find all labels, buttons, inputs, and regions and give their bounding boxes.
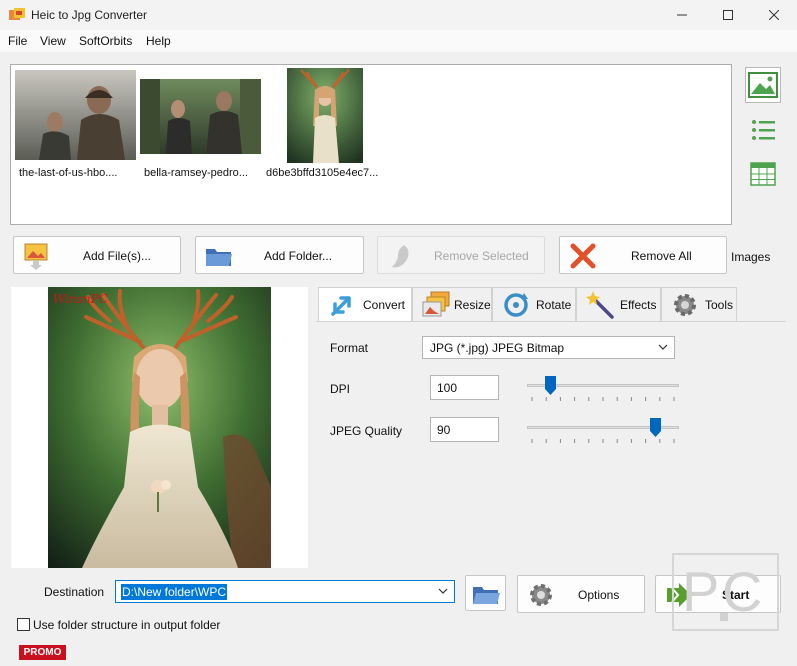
jpeg-quality-value: 90: [437, 423, 451, 437]
images-label: Images: [731, 250, 771, 264]
gear-icon: [530, 584, 552, 606]
add-files-button[interactable]: Add File(s)...: [13, 236, 181, 274]
tab-tools-label: Tools: [705, 298, 734, 312]
list-view-button[interactable]: [745, 112, 781, 148]
format-select[interactable]: JPG (*.jpg) JPEG Bitmap: [422, 336, 675, 359]
resize-icon: [422, 291, 450, 317]
tab-rotate[interactable]: Rotate: [492, 287, 576, 321]
menu-softorbits[interactable]: SoftOrbits: [79, 34, 132, 48]
tab-effects[interactable]: Effects: [576, 287, 661, 321]
preview-watermark: WinsnPC: [53, 292, 108, 306]
menu-view[interactable]: View: [40, 34, 66, 48]
tab-resize-label: Resize: [454, 298, 491, 312]
close-icon: [769, 10, 779, 20]
maximize-button[interactable]: [705, 0, 751, 30]
tab-tools[interactable]: Tools: [661, 287, 737, 321]
open-folder-icon: [473, 587, 500, 604]
promo-badge[interactable]: PROMO: [19, 645, 66, 660]
tab-convert[interactable]: Convert: [318, 287, 412, 322]
folder-structure-checkbox[interactable]: [17, 618, 30, 631]
convert-icon: [331, 296, 351, 316]
menu-bar: File View SoftOrbits Help: [0, 30, 797, 52]
tab-resize[interactable]: Resize: [412, 287, 492, 321]
thumbnail-item[interactable]: [287, 68, 363, 166]
remove-all-button[interactable]: Remove All: [559, 236, 727, 274]
tools-icon: [674, 294, 696, 316]
thumbnail-item[interactable]: [15, 70, 136, 163]
format-label: Format: [330, 341, 369, 355]
format-value: JPG (*.jpg) JPEG Bitmap: [430, 341, 565, 355]
tab-convert-label: Convert: [363, 298, 406, 312]
image-list[interactable]: the-last-of-us-hbo.... bella-ramsey-pedr…: [10, 64, 732, 225]
thumbnail-image: [287, 68, 363, 163]
remove-selected-label: Remove Selected: [434, 249, 529, 263]
thumbnail-image: [140, 79, 261, 154]
slider-ticks: [531, 397, 675, 401]
destination-value: D:\New folder\WPC: [121, 584, 228, 600]
options-label: Options: [578, 588, 620, 602]
folder-icon: [206, 249, 232, 266]
slider-ticks: [531, 439, 675, 443]
remove-all-label: Remove All: [631, 249, 692, 263]
thumbnail-item[interactable]: [140, 79, 261, 157]
title-bar: Heic to Jpg Converter: [0, 0, 797, 30]
maximize-icon: [723, 10, 733, 20]
chevron-down-icon: [658, 344, 668, 350]
remove-selected-icon: [392, 245, 409, 268]
svg-text:C: C: [722, 560, 762, 623]
add-files-label: Add File(s)...: [83, 249, 152, 263]
minimize-icon: [677, 14, 687, 16]
add-folder-label: Add Folder...: [264, 249, 333, 263]
svg-text:P: P: [682, 560, 719, 623]
destination-label: Destination: [44, 585, 105, 599]
preview-image: [48, 287, 271, 568]
folder-structure-label: Use folder structure in output folder: [33, 618, 221, 632]
window-title: Heic to Jpg Converter: [31, 8, 148, 22]
rotate-icon: [504, 293, 528, 317]
options-button[interactable]: Options: [517, 575, 645, 613]
image-view-icon: [748, 72, 778, 98]
add-folder-button[interactable]: Add Folder...: [195, 236, 364, 274]
jpeg-quality-label: JPEG Quality: [330, 424, 403, 438]
remove-selected-button[interactable]: Remove Selected: [377, 236, 545, 274]
effects-icon: [586, 291, 614, 319]
jpeg-quality-slider[interactable]: [527, 418, 679, 445]
grid-view-button[interactable]: [745, 156, 781, 192]
dpi-value: 100: [437, 381, 458, 395]
tab-rotate-label: Rotate: [536, 298, 572, 312]
add-image-icon: [24, 243, 48, 270]
app-icon: [9, 8, 25, 20]
destination-input[interactable]: D:\New folder\WPC: [115, 580, 455, 603]
image-preview: WinsnPC: [11, 287, 308, 568]
list-view-icon: [752, 120, 775, 140]
thumbnail-caption: the-last-of-us-hbo....: [19, 167, 118, 179]
jpeg-quality-input[interactable]: 90: [430, 417, 499, 442]
dpi-label: DPI: [330, 382, 351, 396]
thumbnail-caption: d6be3bffd3105e4ec7...: [266, 167, 379, 179]
pc-watermark-logo: P C: [672, 553, 779, 631]
slider-thumb[interactable]: [649, 418, 661, 437]
browse-folder-button[interactable]: [465, 575, 506, 611]
chevron-down-icon: [438, 588, 448, 594]
slider-thumb[interactable]: [545, 376, 557, 395]
thumbnail-caption: bella-ramsey-pedro...: [144, 167, 248, 179]
minimize-button[interactable]: [659, 0, 705, 30]
grid-view-icon: [750, 162, 776, 186]
tab-effects-label: Effects: [620, 298, 657, 312]
menu-help[interactable]: Help: [146, 34, 171, 48]
close-button[interactable]: [751, 0, 797, 30]
dpi-input[interactable]: 100: [430, 375, 499, 400]
menu-file[interactable]: File: [8, 34, 27, 48]
thumbnail-image: [15, 70, 136, 160]
dpi-slider[interactable]: [527, 376, 679, 403]
thumbnail-view-button[interactable]: [745, 67, 781, 103]
remove-all-icon: [570, 243, 596, 269]
